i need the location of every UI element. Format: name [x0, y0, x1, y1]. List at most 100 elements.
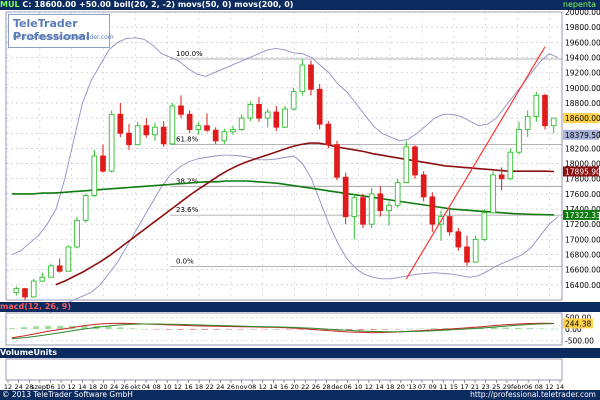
chart-canvas: 100.0%61.8%38.2%23.6%0.0% 20000.0019800.… [0, 0, 600, 400]
footer-bar: © 2013 TeleTrader Software GmbH http://p… [0, 390, 600, 400]
macd-histogram-bar [129, 328, 136, 329]
price-tick-label: 18800.00 [565, 99, 600, 108]
macd-histogram-bar [249, 329, 256, 330]
candle-up [282, 108, 288, 128]
candle-up [82, 194, 89, 221]
macd-histogram-bar [9, 328, 15, 329]
macd-histogram-bar [551, 328, 557, 330]
candle-up [533, 94, 540, 118]
candle-up [230, 129, 236, 133]
candle-up [247, 104, 254, 119]
price-tick-label: 17000.00 [565, 235, 600, 244]
candle-up [48, 265, 54, 278]
last-value-label: 18379.50 [565, 131, 600, 140]
macd-last-value-label: 244.38 [565, 319, 591, 328]
price-tick-label: 19400.00 [565, 53, 600, 62]
macd-histogram-bar [153, 329, 160, 330]
candle-up [74, 219, 80, 248]
source-label: nepenta [562, 0, 596, 9]
last-value-label: 18600.00 [565, 114, 600, 123]
candle-up [507, 151, 514, 180]
candle-up [394, 182, 401, 206]
candle-up [195, 125, 202, 130]
macd-histogram-bar [213, 329, 220, 330]
candle-down [334, 144, 340, 178]
macd-histogram-bar [165, 329, 172, 330]
price-tick-label: 19800.00 [565, 23, 600, 32]
candle-up [169, 105, 176, 145]
candle-down [498, 174, 505, 180]
macd-histogram-bar [225, 329, 232, 330]
candle-down [126, 132, 132, 146]
candle-down [455, 231, 462, 248]
candle-up [65, 246, 72, 272]
volume-label: VolumeUnits [0, 348, 57, 357]
macd-histogram-bar [502, 327, 509, 329]
candle-up [368, 193, 375, 225]
candle-down [204, 125, 210, 131]
candle-down [186, 113, 193, 130]
logo-url: http://professional.teletrader.com [13, 34, 114, 41]
macd-histogram-bar [57, 325, 64, 329]
candle-down [160, 126, 167, 145]
candle-up [30, 280, 37, 298]
candle-down [56, 265, 63, 272]
macd-histogram-bar [418, 328, 425, 329]
macd-histogram-bar [286, 329, 293, 330]
macd-tick-label: -500.00 [565, 336, 594, 345]
price-grid [5, 11, 563, 301]
candle-down [542, 94, 548, 127]
price-tick-label: 19000.00 [565, 84, 600, 93]
candle-up [351, 197, 358, 218]
candle-up [264, 111, 271, 119]
macd-label: macd(12, 26, 9) [0, 302, 71, 311]
candle-up [516, 129, 522, 153]
chart-header: MUL C: 18600.00 +50.00 boll(20, 2, -2) m… [0, 0, 600, 10]
candle-down [420, 174, 427, 198]
footer-url: http://professional.teletrader.com [470, 390, 596, 399]
candle-up [524, 116, 531, 130]
volume-panel [5, 358, 563, 381]
chart-window: 100.0% 61.8% 38.2% 23.6% 0.0% 20000.00 19800.… [0, 0, 600, 400]
candle-up [134, 125, 141, 146]
teletrader-logo: TeleTrader Professional http://professio… [8, 14, 114, 48]
macd-histogram-bar [538, 328, 545, 329]
volume-header: VolumeUnits [0, 348, 600, 358]
symbol-label: MUL [0, 0, 20, 9]
last-value-label: 17895.90 [565, 167, 600, 176]
candle-down [100, 155, 106, 172]
macd-histogram-bar [237, 329, 244, 330]
fib-label: 0.0% [176, 258, 194, 266]
candle-up [108, 113, 115, 172]
candle-up [490, 174, 496, 214]
candle-up [91, 155, 98, 196]
copyright-text: © 2013 TeleTrader Software GmbH [2, 390, 133, 399]
macd-histogram-bar [177, 329, 184, 330]
macd-histogram-bar [370, 329, 377, 331]
candle-up [386, 204, 392, 212]
price-tick-label: 17200.00 [565, 220, 600, 229]
macd-histogram-bar [117, 327, 124, 329]
candle-down [342, 176, 349, 218]
macd-histogram-bar [514, 327, 521, 329]
fib-label: 100.0% [176, 50, 203, 58]
macd-histogram-bar [526, 328, 533, 329]
candle-down [143, 125, 150, 136]
price-tick-label: 17600.00 [565, 190, 600, 199]
candle-up [290, 91, 297, 110]
macd-histogram-bar [358, 329, 365, 331]
macd-histogram-bar [261, 329, 268, 330]
header-text: C: 18600.00 +50.00 boll(20, 2, -2) movs(… [19, 0, 294, 9]
candle-down [429, 196, 436, 225]
macd-histogram-bar [394, 329, 401, 330]
candle-down [178, 105, 184, 115]
candle-down [212, 129, 219, 142]
candle-up [481, 212, 488, 240]
candle-up [39, 276, 46, 282]
candle-up [299, 64, 306, 93]
macd-histogram-bar [189, 329, 196, 331]
candle-up [472, 238, 479, 263]
fib-label: 61.8% [176, 136, 199, 144]
candle-down [273, 111, 280, 128]
price-panel-frame [5, 11, 563, 301]
